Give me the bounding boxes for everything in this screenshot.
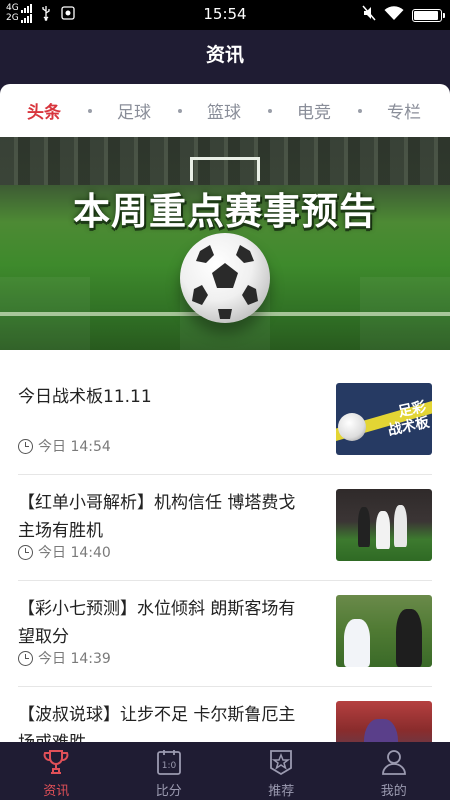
banner-title: 本周重点赛事预告 <box>73 190 377 233</box>
bottom-tab-bar: 资讯 1:0 比分 推荐 我的 <box>0 742 450 800</box>
trophy-icon <box>42 748 70 776</box>
news-title: 【红单小哥解析】机构信任 博塔费戈主场有胜机 <box>18 493 296 541</box>
clock-icon <box>18 544 33 560</box>
category-tabs: 头条 足球 篮球 电竞 专栏 <box>0 84 450 136</box>
player-figure <box>364 719 398 742</box>
news-thumbnail <box>336 595 432 667</box>
tabbar-label: 比分 <box>155 784 182 799</box>
person-icon <box>380 748 408 776</box>
soccer-ball-icon <box>338 413 366 441</box>
tab-separator-dot <box>268 109 272 113</box>
nav-header: 资讯 <box>0 30 450 84</box>
battery-icon <box>412 8 445 22</box>
status-right <box>362 5 445 25</box>
tab-basketball[interactable]: 篮球 <box>207 98 241 123</box>
news-title: 【波叔说球】让步不足 卡尔斯鲁厄主场或难胜 <box>18 705 296 742</box>
news-time-label: 今日 14:39 <box>38 651 111 667</box>
tabbar-recommend[interactable]: 推荐 <box>225 742 338 800</box>
tab-headlines[interactable]: 头条 <box>27 98 61 123</box>
battery-fill <box>414 10 438 20</box>
wifi-icon <box>384 5 404 25</box>
tabbar-label: 推荐 <box>268 784 295 799</box>
tabbar-news[interactable]: 资讯 <box>0 742 113 800</box>
goal-post <box>190 157 260 181</box>
mute-icon <box>362 5 376 25</box>
player-figure <box>344 619 370 667</box>
scoreboard-icon: 1:0 <box>155 748 183 776</box>
tab-esports[interactable]: 电竞 <box>297 98 331 123</box>
tabbar-label: 资讯 <box>43 784 70 799</box>
tab-football[interactable]: 足球 <box>117 98 151 123</box>
tabbar-profile[interactable]: 我的 <box>338 742 450 800</box>
tab-columns[interactable]: 专栏 <box>387 98 421 123</box>
news-item[interactable]: 今日战术板11.11 今日 14:54 足彩 战术板 <box>18 369 432 475</box>
status-bar: 4G 2G 15:54 <box>0 0 450 30</box>
news-time: 今日 14:54 <box>18 436 111 456</box>
clock-icon <box>18 438 33 454</box>
page-title: 资讯 <box>205 44 244 66</box>
news-title: 【彩小七预测】水位倾斜 朗斯客场有望取分 <box>18 599 296 647</box>
soccer-ball-icon <box>180 233 270 323</box>
news-time-label: 今日 14:40 <box>38 545 111 561</box>
tabbar-label: 我的 <box>380 784 407 799</box>
player-figure <box>358 507 370 547</box>
content-card: 头条 足球 篮球 电竞 专栏 本周重点赛事预告 今日战术板11.11 今日 14… <box>0 84 450 742</box>
player-figure <box>376 511 390 549</box>
news-thumbnail: 足彩 战术板 <box>336 383 432 455</box>
news-item[interactable]: 【波叔说球】让步不足 卡尔斯鲁厄主场或难胜 <box>18 687 432 742</box>
news-time-label: 今日 14:54 <box>38 439 111 455</box>
thumbnail-text: 足彩 战术板 <box>386 398 431 440</box>
news-thumbnail <box>336 489 432 561</box>
news-item[interactable]: 【红单小哥解析】机构信任 博塔费戈主场有胜机 今日 14:40 <box>18 475 432 581</box>
news-thumbnail <box>336 701 432 742</box>
news-title: 今日战术板11.11 <box>18 387 152 407</box>
tab-separator-dot <box>358 109 362 113</box>
clock-icon <box>18 650 33 666</box>
player-figure <box>396 609 422 667</box>
star-icon <box>267 748 295 776</box>
player-figure <box>394 505 407 547</box>
tabbar-scores[interactable]: 1:0 比分 <box>113 742 226 800</box>
news-item[interactable]: 【彩小七预测】水位倾斜 朗斯客场有望取分 今日 14:39 <box>18 581 432 687</box>
svg-text:1:0: 1:0 <box>162 761 177 771</box>
tab-separator-dot <box>178 109 182 113</box>
news-time: 今日 14:39 <box>18 648 111 668</box>
tab-separator-dot <box>88 109 92 113</box>
news-time: 今日 14:40 <box>18 542 111 562</box>
banner[interactable]: 本周重点赛事预告 <box>0 137 450 350</box>
